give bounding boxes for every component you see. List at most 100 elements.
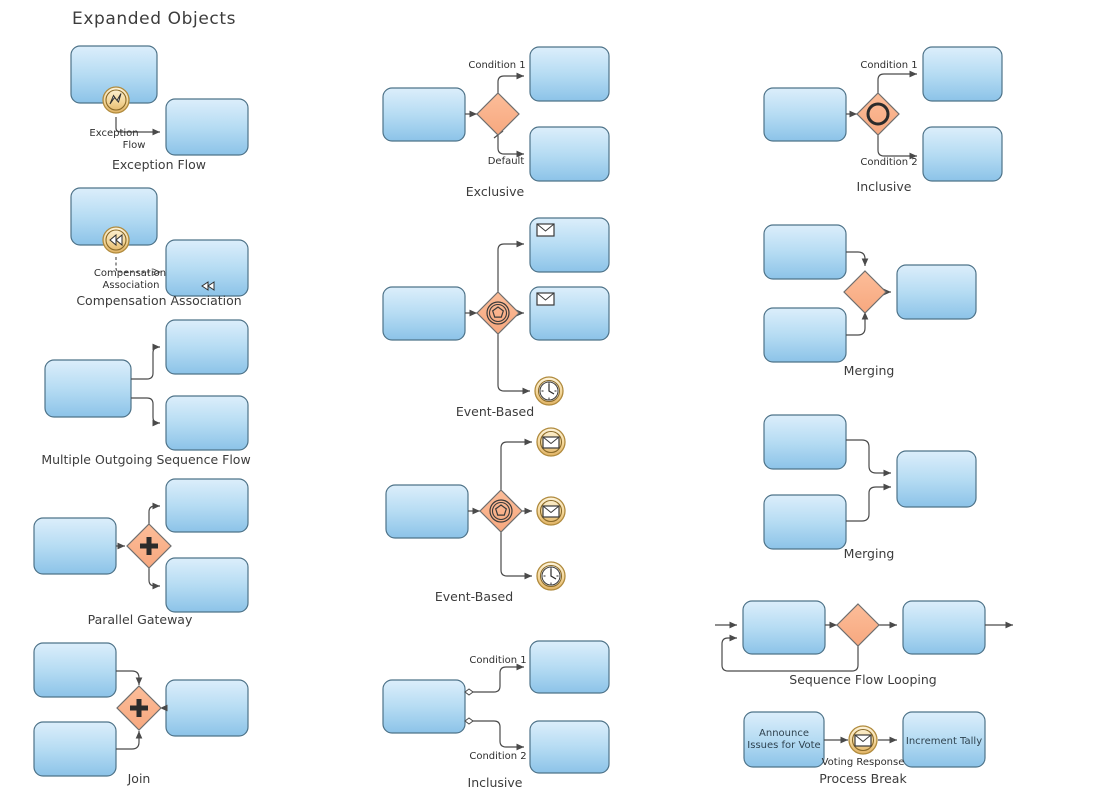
compensation-event-icon[interactable] (102, 226, 130, 254)
example-caption: Inclusive (468, 775, 523, 790)
message-event-icon[interactable] (536, 496, 566, 526)
example-inclusive-conditional[interactable]: Condition 1 Condition 2 Inclusive (382, 640, 610, 790)
error-event-icon[interactable] (102, 86, 130, 114)
message-event-icon[interactable] (848, 725, 878, 755)
task-shape[interactable] (529, 640, 610, 694)
bpmn-diagram-canvas: .task { fill: url(#taskGrad); stroke: #4… (33, 45, 1013, 790)
example-caption: Process Break (819, 771, 907, 786)
sequence-flow (116, 731, 143, 750)
task-shape[interactable] (742, 600, 826, 655)
example-caption: Parallel Gateway (88, 612, 193, 627)
message-marker-icon (536, 223, 555, 237)
example-caption: Exclusive (466, 184, 525, 199)
example-parallel-gateway[interactable]: Parallel Gateway (33, 478, 249, 627)
task-shape[interactable] (529, 126, 610, 182)
edge-label: Condition 1 (468, 60, 525, 71)
example-caption: Compensation Association (76, 293, 241, 308)
edge-label: Association (103, 280, 160, 291)
inclusive-gateway-shape[interactable] (856, 92, 900, 136)
task-shape[interactable] (44, 359, 132, 418)
sequence-flow (877, 70, 917, 93)
parallel-gateway-shape[interactable] (126, 523, 172, 569)
example-exclusive[interactable]: Condition 1 Default Exclusive (382, 46, 610, 199)
sequence-flow (497, 72, 524, 93)
exclusive-gateway-shape[interactable] (476, 92, 520, 136)
task-shape[interactable] (922, 46, 1003, 102)
task-shape[interactable] (763, 414, 847, 470)
example-caption: Merging (844, 363, 895, 378)
example-caption: Event-Based (435, 589, 513, 604)
message-marker-icon (536, 292, 555, 306)
task-shape[interactable] (529, 46, 610, 102)
task-shape[interactable] (165, 478, 249, 533)
example-merging-direct[interactable]: Merging (763, 414, 977, 561)
task-shape[interactable] (165, 395, 249, 451)
task-shape[interactable] (763, 494, 847, 550)
task-shape[interactable] (165, 557, 249, 613)
timer-event-icon[interactable] (534, 376, 564, 406)
example-caption: Inclusive (857, 179, 912, 194)
sequence-flow (846, 483, 891, 522)
default-sequence-flow (497, 135, 524, 158)
task-shape[interactable] (763, 307, 847, 363)
task-shape[interactable] (165, 679, 249, 737)
task-label: Issues for Vote (747, 740, 820, 751)
task-shape[interactable] (382, 679, 466, 734)
conditional-flow-diamond (464, 688, 474, 696)
example-join[interactable]: Join (33, 642, 249, 786)
message-event-icon[interactable] (536, 427, 566, 457)
edge-label: Condition 2 (860, 157, 917, 168)
task-shape[interactable] (763, 87, 847, 142)
sequence-flow (131, 343, 160, 380)
example-merging-gateway[interactable]: Merging (763, 224, 977, 378)
example-event-based-events[interactable]: Event-Based (385, 427, 566, 604)
conditional-sequence-flow (472, 663, 524, 693)
conditional-flow-diamond (464, 717, 474, 725)
task-shape[interactable] (165, 319, 249, 375)
sequence-flow (116, 670, 143, 685)
example-exception-flow[interactable]: Exception Flow Exception Flow (70, 45, 249, 172)
event-based-gateway-shape[interactable] (476, 291, 520, 335)
edge-label: Condition 1 (860, 60, 917, 71)
edge-label: Voting Response (822, 757, 905, 768)
conditional-sequence-flow (472, 720, 524, 751)
task-shape[interactable] (165, 98, 249, 156)
task-shape[interactable] (922, 126, 1003, 182)
task-shape[interactable] (33, 642, 117, 698)
example-caption: Sequence Flow Looping (789, 672, 936, 687)
edge-label: Condition 2 (469, 751, 526, 762)
task-shape[interactable] (33, 517, 117, 575)
task-shape[interactable] (33, 721, 117, 777)
timer-event-icon[interactable] (536, 561, 566, 591)
edge-label: Default (488, 156, 525, 167)
sequence-flow (500, 438, 532, 490)
sequence-flow (497, 334, 530, 395)
example-multiple-outgoing-sequence-flow[interactable]: Multiple Outgoing Sequence Flow (41, 319, 251, 467)
edge-label: Flow (123, 140, 146, 151)
task-shape[interactable] (902, 600, 986, 655)
example-event-based-tasks[interactable]: Event-Based (382, 217, 610, 419)
example-sequence-flow-looping[interactable]: Sequence Flow Looping (715, 600, 1013, 687)
exclusive-gateway-shape[interactable] (836, 603, 880, 647)
task-shape[interactable] (763, 224, 847, 280)
task-shape[interactable] (382, 286, 466, 341)
parallel-join-gateway-shape[interactable] (116, 685, 162, 731)
sequence-flow (877, 135, 917, 160)
task-label: Increment Tally (906, 736, 982, 747)
task-shape[interactable] (896, 264, 977, 320)
task-shape[interactable] (896, 450, 977, 508)
task-shape[interactable] (382, 87, 466, 142)
edge-label: Exception (89, 128, 138, 139)
task-shape[interactable] (385, 484, 469, 539)
event-based-gateway-shape[interactable] (479, 489, 523, 533)
task-shape[interactable] (529, 720, 610, 774)
example-compensation-association[interactable]: Compensation Association Compensation As… (70, 187, 249, 308)
exclusive-gateway-shape[interactable] (843, 270, 887, 314)
example-caption: Event-Based (456, 404, 534, 419)
edge-label: Condition 1 (469, 655, 526, 666)
example-process-break[interactable]: Announce Issues for Vote Increment Tally… (743, 711, 986, 786)
example-caption: Multiple Outgoing Sequence Flow (41, 452, 250, 467)
example-inclusive-gateway[interactable]: Condition 1 Condition 2 Inclusive (763, 46, 1003, 194)
sequence-flow (846, 439, 891, 477)
sequence-flow (500, 532, 532, 580)
